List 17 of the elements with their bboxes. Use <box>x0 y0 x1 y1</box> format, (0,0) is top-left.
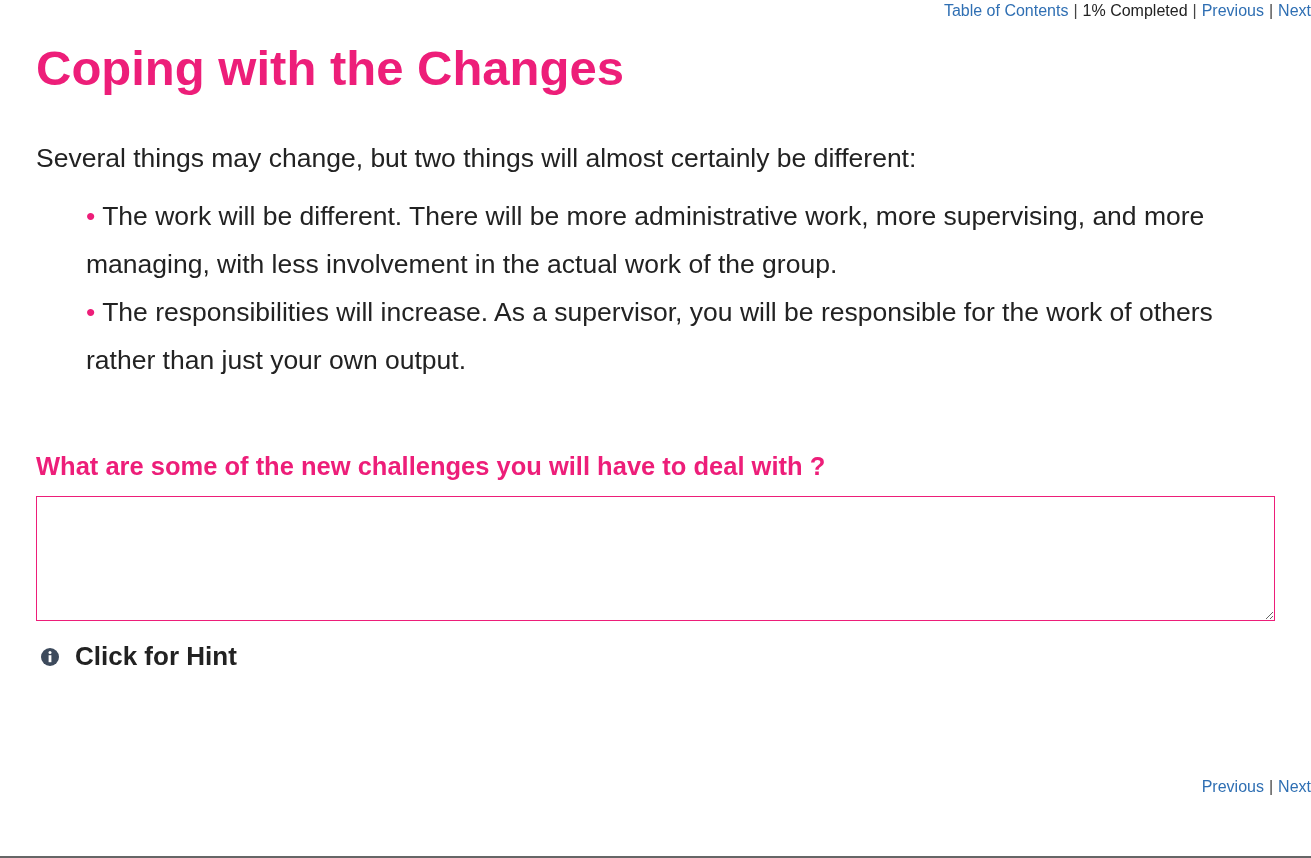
progress-text: 1% Completed <box>1082 2 1188 20</box>
separator: | <box>1268 778 1274 796</box>
nav-link[interactable]: Previous <box>1201 778 1264 796</box>
separator: | <box>1192 2 1197 20</box>
info-icon[interactable] <box>41 647 59 666</box>
hint-link[interactable]: Click for Hint <box>75 641 237 672</box>
nav-link[interactable]: Next <box>1278 778 1311 796</box>
bullet-text: • The responsibilities will increase. As a supervisor, you will be responsible for the work of others rather than just your own output. <box>86 296 1214 377</box>
page-title: Coping with the Changes <box>36 40 625 97</box>
nav-link[interactable]: Next <box>1278 2 1311 20</box>
separator: | <box>1073 2 1078 20</box>
separator: | <box>1268 2 1274 20</box>
nav-link[interactable]: Previous <box>1201 2 1264 20</box>
nav-link[interactable]: Table of Contents <box>943 2 1069 20</box>
bullet-text: • The work will be different. There will be more administrative work, more supervising, and more managing, with less involvement in the actual work of the group. <box>86 200 1206 281</box>
question-label: What are some of the new challenges you will have to deal with ? <box>36 451 827 482</box>
intro-text: Several things may change, but two things will almost certainly be different: <box>36 142 918 175</box>
